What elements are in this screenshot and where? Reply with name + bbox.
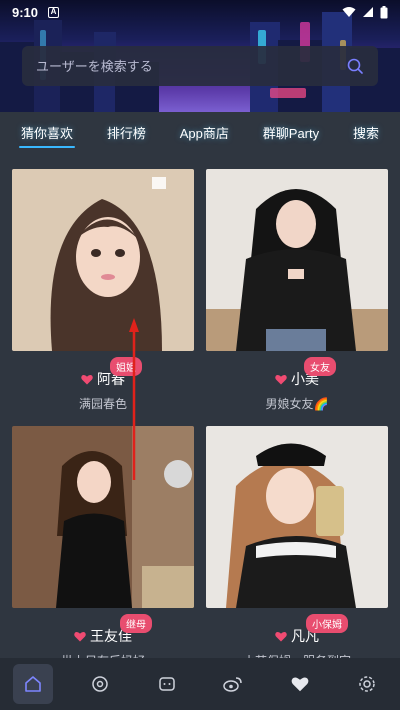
character-photo[interactable]	[206, 426, 388, 608]
nav-discover[interactable]	[80, 664, 120, 704]
role-badge: 女友	[304, 357, 336, 376]
heart-icon	[291, 677, 309, 692]
heart-icon	[81, 374, 93, 384]
tab-guess-you-like[interactable]: 猜你喜欢	[17, 117, 77, 148]
heart-icon	[74, 631, 86, 641]
annotation-arrow-up-icon	[129, 318, 139, 480]
status-time: 9:10	[12, 4, 39, 20]
category-tabs: 猜你喜欢 排行榜 App商店 群聊Party 搜索	[0, 112, 400, 152]
character-photo[interactable]	[12, 169, 194, 351]
card-name-row: 小美 女友	[206, 357, 388, 389]
bottom-nav-bar	[0, 658, 400, 710]
character-card[interactable]: 王友佳 继母 世上只有后妈好	[12, 426, 194, 669]
battery-icon	[380, 5, 388, 18]
nav-home[interactable]	[13, 664, 54, 704]
nav-favorites[interactable]	[280, 664, 320, 704]
tab-search[interactable]: 搜索	[349, 117, 383, 148]
search-bar[interactable]	[22, 46, 378, 86]
signal-icon	[363, 7, 373, 17]
character-subtitle: 男娘女友🌈	[265, 397, 329, 411]
settings-icon	[358, 676, 375, 692]
nav-weibo[interactable]	[213, 664, 253, 704]
character-subtitle: 满园春色	[78, 397, 127, 411]
home-icon	[25, 676, 42, 692]
card-name-row: 阿春 姐姐	[12, 357, 194, 389]
role-badge: 小保姆	[306, 614, 348, 633]
heart-icon	[275, 631, 287, 641]
character-card[interactable]: 小美 女友 男娘女友🌈	[206, 169, 388, 412]
search-input[interactable]	[36, 58, 346, 74]
card-name-row: 凡凡 小保姆	[206, 614, 388, 646]
tab-group-party[interactable]: 群聊Party	[259, 117, 323, 148]
chat-icon	[158, 677, 175, 691]
character-photo[interactable]	[12, 426, 194, 608]
character-card[interactable]: 凡凡 小保姆 小萌保姆，服务到家	[206, 426, 388, 669]
notification-a-icon: A	[48, 6, 60, 18]
nav-settings[interactable]	[347, 664, 387, 704]
card-name-row: 王友佳 继母	[12, 614, 194, 646]
weibo-icon	[223, 677, 243, 692]
heart-icon	[275, 374, 287, 384]
character-photo[interactable]	[206, 169, 388, 351]
status-bar: 9:10 A	[0, 0, 400, 24]
tab-ranking[interactable]: 排行榜	[103, 117, 150, 148]
wifi-icon	[342, 7, 356, 17]
role-badge: 继母	[120, 614, 152, 633]
tab-app-store[interactable]: App商店	[176, 117, 233, 148]
status-icons	[342, 5, 388, 19]
search-icon[interactable]	[346, 57, 364, 75]
character-card[interactable]: 阿春 姐姐 满园春色	[12, 169, 194, 412]
eye-icon	[92, 676, 108, 692]
nav-messages[interactable]	[147, 664, 187, 704]
